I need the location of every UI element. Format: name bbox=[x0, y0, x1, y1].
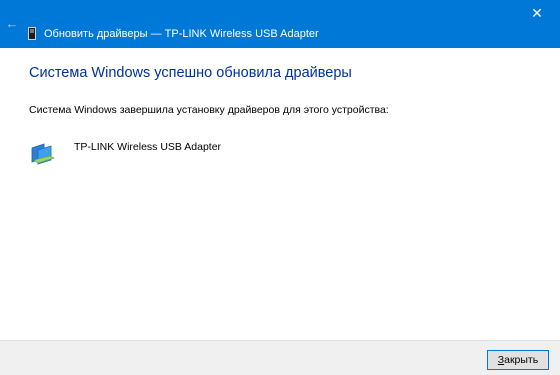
close-dialog-button[interactable]: Закрыть bbox=[487, 350, 549, 370]
back-arrow-icon: ← bbox=[5, 16, 19, 31]
description-text: Система Windows завершила установку драй… bbox=[29, 104, 389, 116]
window-close-button[interactable]: ✕ bbox=[514, 0, 560, 30]
device-manager-icon bbox=[28, 27, 36, 40]
device-name: TP-LINK Wireless USB Adapter bbox=[74, 141, 222, 153]
close-button-label: акрыть bbox=[504, 354, 539, 366]
title-bar: ← Обновить драйверы — TP-LINK Wireless U… bbox=[0, 0, 560, 48]
dialog-footer: Закрыть bbox=[0, 340, 560, 375]
page-heading: Система Windows успешно обновила драйвер… bbox=[29, 65, 352, 81]
window-title: Обновить драйверы — TP-LINK Wireless USB… bbox=[44, 28, 319, 40]
network-adapter-icon bbox=[31, 143, 55, 165]
close-icon: ✕ bbox=[531, 5, 543, 21]
back-button[interactable]: ← bbox=[0, 14, 24, 34]
